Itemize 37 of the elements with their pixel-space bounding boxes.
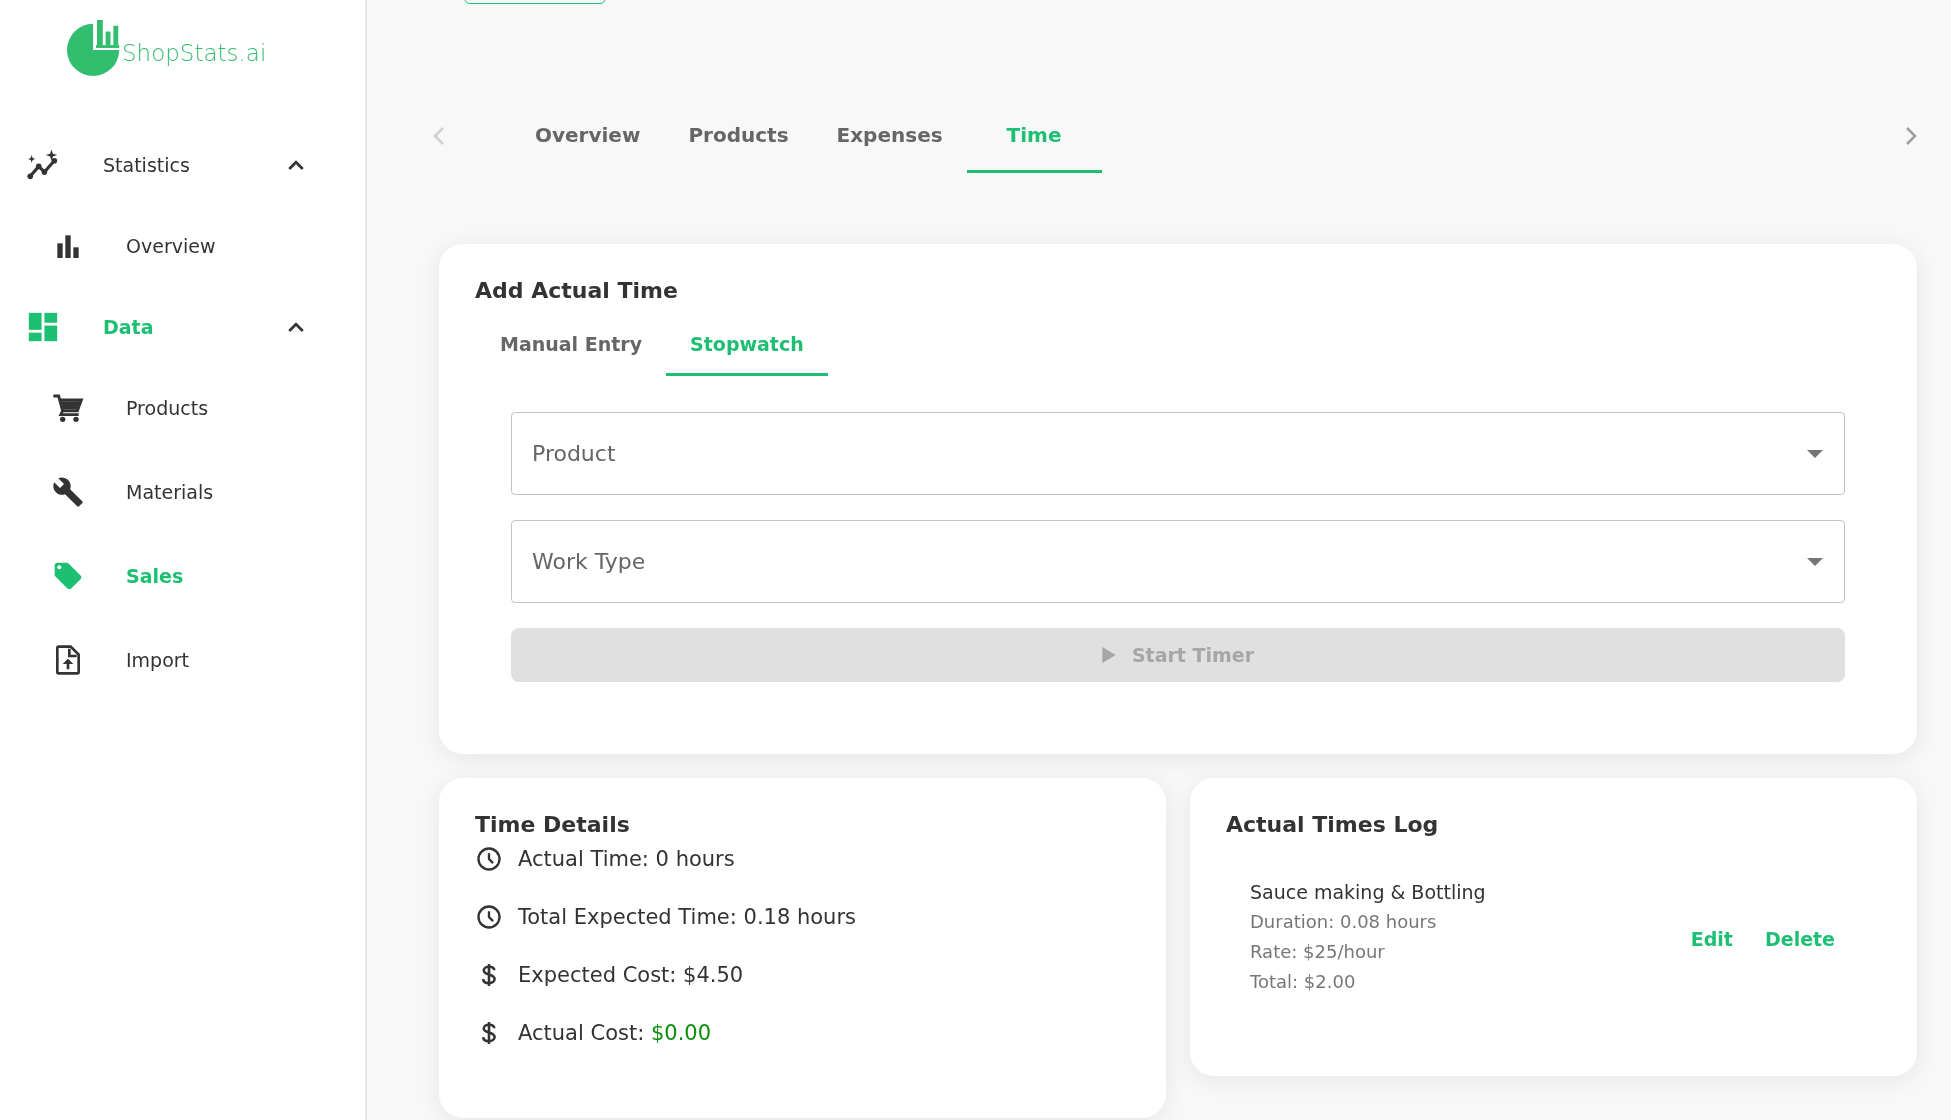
detail-text: Expected Cost: $4.50 (518, 963, 744, 987)
tab[interactable]: Manual Entry (476, 323, 667, 376)
nav-item[interactable]: Overview (0, 204, 365, 288)
detail-text: Actual Cost: $0.00 (518, 1021, 712, 1045)
clock-icon (475, 903, 503, 931)
nav-group-item[interactable]: Statistics (0, 126, 365, 204)
nav-item[interactable]: Materials (0, 450, 365, 534)
tab[interactable]: Overview (511, 100, 665, 173)
select-field[interactable]: Product (511, 412, 1845, 495)
play-icon (1101, 647, 1116, 663)
dropdown-arrow-icon (1807, 450, 1823, 458)
entry-detail: Duration: 0.08 hours (1250, 910, 1438, 934)
entry-detail: Rate: $25/hour (1250, 940, 1386, 964)
dropdown-arrow-icon (1807, 558, 1823, 566)
logo-text: ShopStats.ai (122, 40, 267, 66)
card-title: Actual Times Log (1226, 812, 1440, 837)
card-title: Time Details (475, 812, 631, 837)
nav-item[interactable]: Products (0, 366, 365, 450)
dashboard-icon (26, 310, 60, 344)
chevron-right-icon[interactable] (1905, 126, 1917, 146)
nav-item[interactable]: Import (0, 618, 365, 702)
sparkle-chart-icon (26, 148, 60, 182)
clock-icon (475, 845, 503, 873)
chevron-up-icon[interactable] (287, 321, 305, 333)
tab[interactable]: Expenses (812, 100, 967, 173)
chevron-left-icon[interactable] (433, 126, 445, 146)
tag-icon (52, 560, 84, 592)
card-title: Add Actual Time (475, 278, 679, 303)
cart-icon (52, 392, 84, 424)
entry-title: Sauce making & Bottling (1250, 881, 1487, 903)
detail-text: Actual Time: 0 hours (518, 847, 735, 871)
chevron-up-icon[interactable] (287, 159, 305, 171)
detail-text: Total Expected Time: 0.18 hours (518, 905, 856, 929)
select-field[interactable]: Work Type (511, 520, 1845, 603)
entry-detail: Total: $2.00 (1250, 970, 1357, 994)
tab[interactable]: Products (664, 100, 813, 173)
wrench-icon (52, 476, 84, 508)
